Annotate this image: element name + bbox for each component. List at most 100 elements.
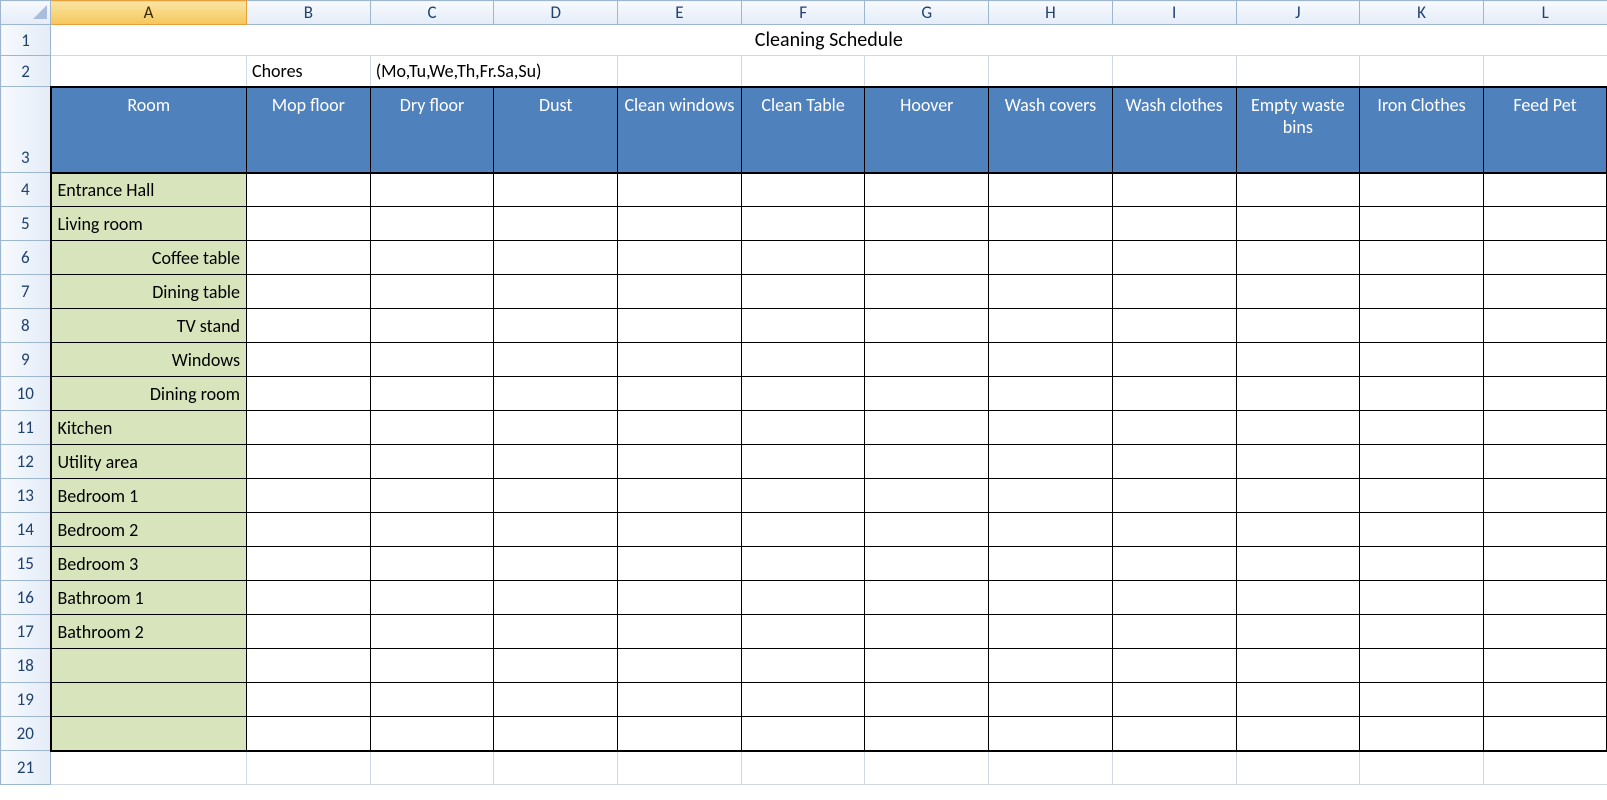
cell-F18[interactable]	[741, 649, 865, 683]
cell-G10[interactable]	[865, 377, 989, 411]
cell-J20[interactable]	[1236, 717, 1360, 751]
cell-D7[interactable]	[494, 275, 618, 309]
cell-F2[interactable]	[741, 56, 865, 87]
cell-C17[interactable]	[370, 615, 494, 649]
row-header-1[interactable]: 1	[1, 25, 51, 56]
header-clean-table[interactable]: Clean Table	[741, 87, 865, 173]
cell-F7[interactable]	[741, 275, 865, 309]
cell-D16[interactable]	[494, 581, 618, 615]
col-header-G[interactable]: G	[865, 1, 989, 25]
cell-K19[interactable]	[1360, 683, 1484, 717]
cell-L21[interactable]	[1483, 751, 1607, 785]
cell-B19[interactable]	[247, 683, 371, 717]
cell-E5[interactable]	[618, 207, 742, 241]
cell-C11[interactable]	[370, 411, 494, 445]
row-header-5[interactable]: 5	[1, 207, 51, 241]
cell-K13[interactable]	[1360, 479, 1484, 513]
cell-B2[interactable]: Chores	[247, 56, 371, 87]
col-header-K[interactable]: K	[1360, 1, 1484, 25]
cell-F11[interactable]	[741, 411, 865, 445]
col-header-J[interactable]: J	[1236, 1, 1360, 25]
room-cell-20[interactable]	[51, 717, 247, 751]
cell-B17[interactable]	[247, 615, 371, 649]
cell-G14[interactable]	[865, 513, 989, 547]
cell-C7[interactable]	[370, 275, 494, 309]
cell-D10[interactable]	[494, 377, 618, 411]
cell-E7[interactable]	[618, 275, 742, 309]
cell-F21[interactable]	[741, 751, 865, 785]
cell-I19[interactable]	[1112, 683, 1236, 717]
room-cell-11[interactable]: Kitchen	[51, 411, 247, 445]
cell-B6[interactable]	[247, 241, 371, 275]
cell-G5[interactable]	[865, 207, 989, 241]
cell-J14[interactable]	[1236, 513, 1360, 547]
cell-L14[interactable]	[1483, 513, 1607, 547]
cell-D11[interactable]	[494, 411, 618, 445]
cell-B10[interactable]	[247, 377, 371, 411]
cell-H7[interactable]	[989, 275, 1113, 309]
cell-B11[interactable]	[247, 411, 371, 445]
cell-E10[interactable]	[618, 377, 742, 411]
cell-K12[interactable]	[1360, 445, 1484, 479]
cell-E20[interactable]	[618, 717, 742, 751]
cell-J2[interactable]	[1236, 56, 1360, 87]
cell-I2[interactable]	[1112, 56, 1236, 87]
cell-L13[interactable]	[1483, 479, 1607, 513]
row-header-3[interactable]: 3	[1, 87, 51, 173]
row-header-7[interactable]: 7	[1, 275, 51, 309]
cell-I4[interactable]	[1112, 173, 1236, 207]
cell-K4[interactable]	[1360, 173, 1484, 207]
room-cell-6[interactable]: Coffee table	[51, 241, 247, 275]
cell-F17[interactable]	[741, 615, 865, 649]
cell-G17[interactable]	[865, 615, 989, 649]
cell-L12[interactable]	[1483, 445, 1607, 479]
row-header-8[interactable]: 8	[1, 309, 51, 343]
row-header-20[interactable]: 20	[1, 717, 51, 751]
cell-C20[interactable]	[370, 717, 494, 751]
cell-B12[interactable]	[247, 445, 371, 479]
cell-F9[interactable]	[741, 343, 865, 377]
cell-F12[interactable]	[741, 445, 865, 479]
room-cell-17[interactable]: Bathroom 2	[51, 615, 247, 649]
row-header-14[interactable]: 14	[1, 513, 51, 547]
header-feed-pet[interactable]: Feed Pet	[1483, 87, 1607, 173]
cell-F8[interactable]	[741, 309, 865, 343]
room-cell-9[interactable]: Windows	[51, 343, 247, 377]
cell-K2[interactable]	[1360, 56, 1484, 87]
cell-F4[interactable]	[741, 173, 865, 207]
cell-C19[interactable]	[370, 683, 494, 717]
cell-F19[interactable]	[741, 683, 865, 717]
cell-H2[interactable]	[989, 56, 1113, 87]
cell-F14[interactable]	[741, 513, 865, 547]
row-header-19[interactable]: 19	[1, 683, 51, 717]
header-clean-windows[interactable]: Clean windows	[618, 87, 742, 173]
cell-K15[interactable]	[1360, 547, 1484, 581]
cell-I14[interactable]	[1112, 513, 1236, 547]
cell-K10[interactable]	[1360, 377, 1484, 411]
row-header-9[interactable]: 9	[1, 343, 51, 377]
cell-J8[interactable]	[1236, 309, 1360, 343]
cell-E13[interactable]	[618, 479, 742, 513]
cell-E18[interactable]	[618, 649, 742, 683]
cell-K18[interactable]	[1360, 649, 1484, 683]
row-header-13[interactable]: 13	[1, 479, 51, 513]
cell-J12[interactable]	[1236, 445, 1360, 479]
cell-J21[interactable]	[1236, 751, 1360, 785]
cell-C14[interactable]	[370, 513, 494, 547]
cell-C10[interactable]	[370, 377, 494, 411]
cell-D15[interactable]	[494, 547, 618, 581]
cell-C2[interactable]: (Mo,Tu,We,Th,Fr.Sa,Su)	[370, 56, 617, 87]
cell-H13[interactable]	[989, 479, 1113, 513]
cell-I18[interactable]	[1112, 649, 1236, 683]
cell-L10[interactable]	[1483, 377, 1607, 411]
cell-I15[interactable]	[1112, 547, 1236, 581]
cell-G8[interactable]	[865, 309, 989, 343]
cell-H8[interactable]	[989, 309, 1113, 343]
cell-E12[interactable]	[618, 445, 742, 479]
cell-K11[interactable]	[1360, 411, 1484, 445]
cell-D5[interactable]	[494, 207, 618, 241]
cell-H19[interactable]	[989, 683, 1113, 717]
cell-H18[interactable]	[989, 649, 1113, 683]
cell-C12[interactable]	[370, 445, 494, 479]
cell-G21[interactable]	[865, 751, 989, 785]
